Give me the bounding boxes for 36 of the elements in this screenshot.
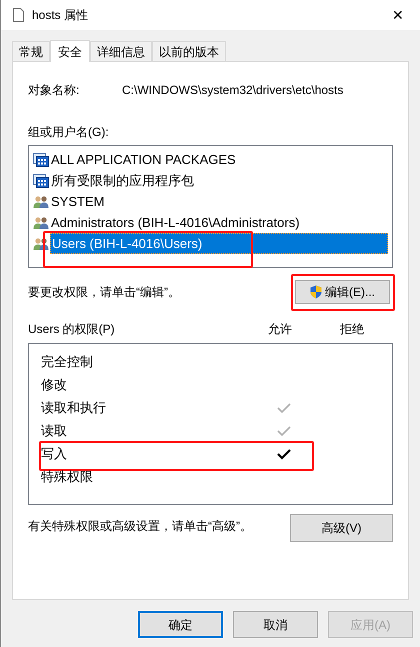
users-icon	[33, 216, 49, 230]
tab[interactable]: 安全	[50, 40, 90, 62]
advanced-button[interactable]: 高级(V)	[290, 514, 393, 542]
advanced-hint: 有关特殊权限或高级设置，请单击“高级”。	[28, 518, 252, 535]
column-header: 允许	[268, 321, 293, 338]
permission-name: 特殊权限	[41, 468, 94, 486]
principal-item[interactable]: ALL APPLICATION PACKAGES	[50, 150, 237, 170]
dialog-button[interactable]: 取消	[233, 611, 318, 638]
section-label: Users 的权限(P)	[28, 321, 116, 338]
permission-name: 读取和执行	[41, 398, 107, 417]
section-label: 组或用户名(G):	[28, 124, 110, 141]
window-title: hosts 属性	[32, 7, 88, 24]
shield-icon	[310, 285, 322, 299]
principal-item[interactable]: SYSTEM	[50, 192, 106, 212]
close-button[interactable]: ✕	[388, 4, 408, 26]
permission-name: 读取	[41, 422, 68, 440]
object-path: C:\WINDOWS\system32\drivers\etc\hosts	[122, 82, 344, 99]
column-header: 拒绝	[340, 321, 364, 338]
principal-item[interactable]: Users (BIH-L-4016\Users)	[50, 233, 388, 254]
edit-button[interactable]: 编辑(E)...	[295, 280, 390, 304]
principal-item[interactable]: Administrators (BIH-L-4016\Administrators)	[50, 212, 301, 232]
principal-item[interactable]: 所有受限制的应用程序包	[50, 170, 195, 190]
tab[interactable]: 详细信息	[90, 41, 152, 61]
permission-name: 写入	[41, 444, 68, 463]
permission-name: 修改	[41, 376, 68, 394]
package-icon	[33, 152, 49, 166]
dialog-button[interactable]: 确定	[138, 611, 223, 638]
package-icon	[33, 174, 49, 188]
permission-name: 完全控制	[41, 352, 94, 371]
users-icon	[33, 194, 49, 208]
users-icon	[33, 236, 49, 250]
field-label: 对象名称:	[28, 82, 80, 99]
tab[interactable]: 常规	[12, 41, 50, 61]
edit-hint: 要更改权限，请单击“编辑”。	[28, 284, 180, 301]
file-icon	[13, 8, 24, 22]
tab[interactable]: 以前的版本	[152, 41, 226, 61]
